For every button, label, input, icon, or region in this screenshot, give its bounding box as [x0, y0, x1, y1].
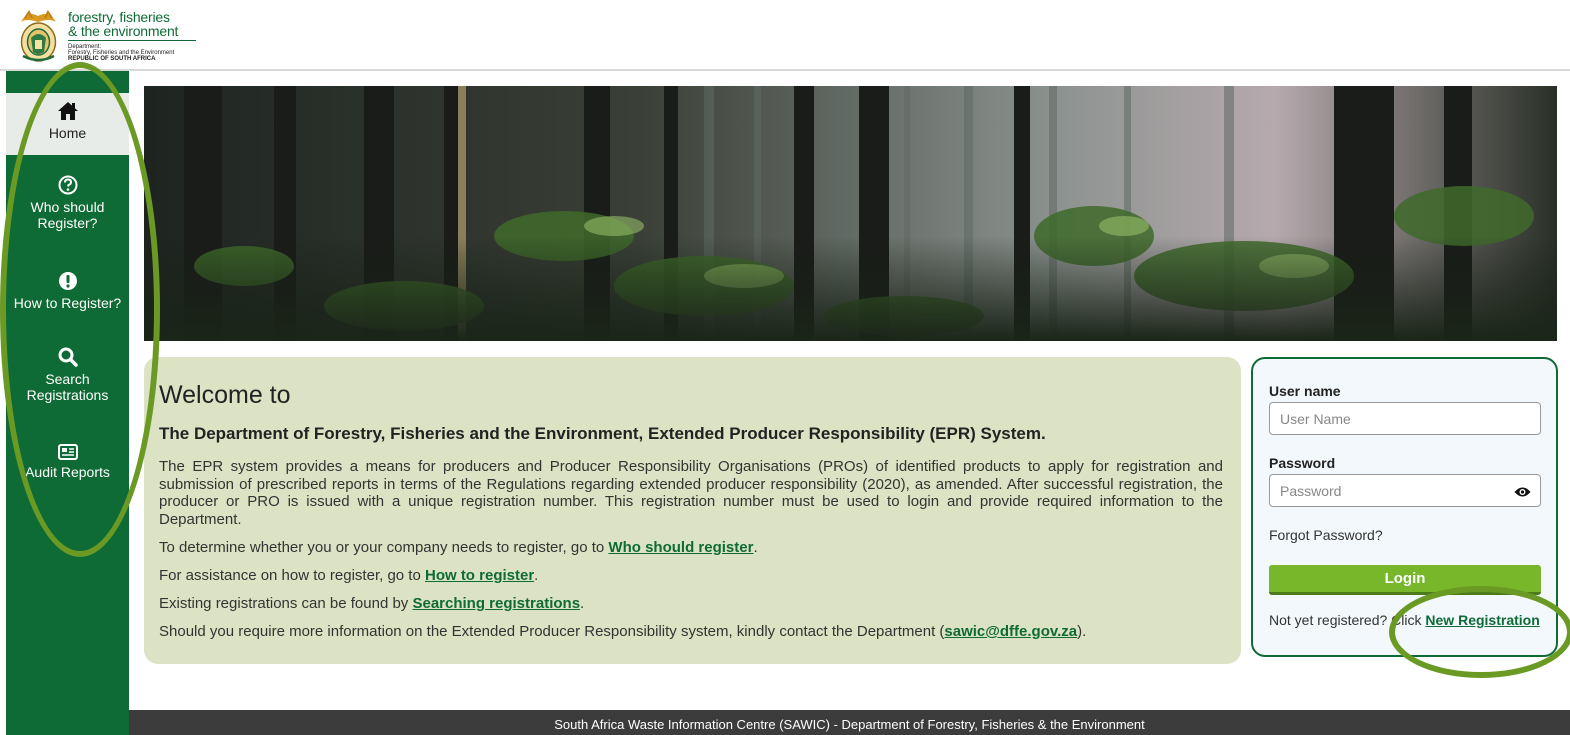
- footer: South Africa Waste Information Centre (S…: [129, 710, 1570, 735]
- sidebar-item-who-should-register[interactable]: Who should Register?: [6, 175, 129, 245]
- header: forestry, fisheries & the environment De…: [0, 0, 1570, 71]
- logo-line1: forestry, fisheries: [68, 9, 170, 25]
- who-should-register-line: To determine whether you or your company…: [159, 539, 1223, 556]
- forest-banner-image: [144, 86, 1557, 341]
- welcome-subtitle: The Department of Forestry, Fisheries an…: [159, 424, 1046, 443]
- username-input[interactable]: [1269, 402, 1541, 435]
- line-suffix: .: [753, 539, 758, 556]
- sidebar-item-label: Search Registrations: [26, 371, 109, 403]
- exclamation-circle-icon: [58, 272, 77, 290]
- how-to-register-line: For assistance on how to register, go to…: [159, 567, 1223, 584]
- line-text: Existing registrations can be found by: [159, 595, 413, 612]
- coat-of-arms-logo: [20, 10, 57, 62]
- sidebar-item-label: Home: [48, 125, 87, 141]
- sidebar-item-how-to-register[interactable]: How to Register?: [6, 271, 129, 321]
- search-registrations-line: Existing registrations can be found by S…: [159, 595, 1223, 612]
- sidebar-item-audit-reports[interactable]: Audit Reports: [6, 444, 129, 488]
- welcome-title: Welcome to: [159, 381, 291, 409]
- footer-text: South Africa Waste Information Centre (S…: [554, 717, 1145, 732]
- searching-registrations-link[interactable]: Searching registrations: [412, 595, 580, 612]
- logo-divider: [68, 40, 196, 41]
- login-button[interactable]: Login: [1269, 565, 1541, 595]
- logo-line2: & the environment: [68, 23, 179, 39]
- line-suffix: ).: [1077, 623, 1087, 640]
- welcome-panel: Welcome to The Department of Forestry, F…: [144, 357, 1241, 664]
- sidebar-item-search-registrations[interactable]: Search Registrations: [6, 347, 129, 411]
- line-text: To determine whether you or your company…: [159, 539, 609, 556]
- search-icon: [58, 347, 78, 367]
- password-input[interactable]: [1269, 474, 1541, 507]
- contact-line: Should you require more information on t…: [159, 623, 1223, 640]
- login-panel: User name Password Forgot Password? Logi…: [1251, 357, 1558, 657]
- logo-country: REPUBLIC OF SOUTH AFRICA: [68, 56, 156, 62]
- line-suffix: .: [580, 595, 585, 612]
- how-to-register-link[interactable]: How to register: [425, 567, 534, 584]
- home-icon: [57, 102, 78, 120]
- sidebar: Home Who should Register? How to Registe…: [6, 71, 129, 735]
- welcome-description: The EPR system provides a means for prod…: [159, 458, 1223, 528]
- username-label: User name: [1269, 383, 1341, 399]
- line-text: Should you require more information on t…: [159, 623, 945, 640]
- line-suffix: .: [534, 567, 539, 584]
- password-label: Password: [1269, 455, 1336, 471]
- who-should-register-link[interactable]: Who should register: [608, 539, 753, 556]
- line-text: For assistance on how to register, go to: [159, 567, 425, 584]
- new-registration-link[interactable]: New Registration: [1425, 612, 1539, 628]
- department-logo-text: forestry, fisheries & the environment De…: [68, 10, 208, 62]
- forgot-password-link[interactable]: Forgot Password?: [1269, 527, 1383, 543]
- not-registered-text: Not yet registered? Click New Registrati…: [1269, 612, 1540, 628]
- question-circle-icon: [58, 175, 77, 195]
- not-registered-label: Not yet registered? Click: [1269, 612, 1426, 628]
- sidebar-item-label: Who should Register?: [30, 199, 105, 231]
- newspaper-icon: [57, 444, 78, 460]
- sidebar-item-label: How to Register?: [13, 295, 122, 311]
- sidebar-item-home[interactable]: Home: [6, 93, 129, 155]
- eye-icon[interactable]: [1514, 486, 1531, 498]
- sidebar-item-label: Audit Reports: [25, 464, 110, 480]
- contact-email-link[interactable]: sawic@dffe.gov.za: [944, 623, 1077, 640]
